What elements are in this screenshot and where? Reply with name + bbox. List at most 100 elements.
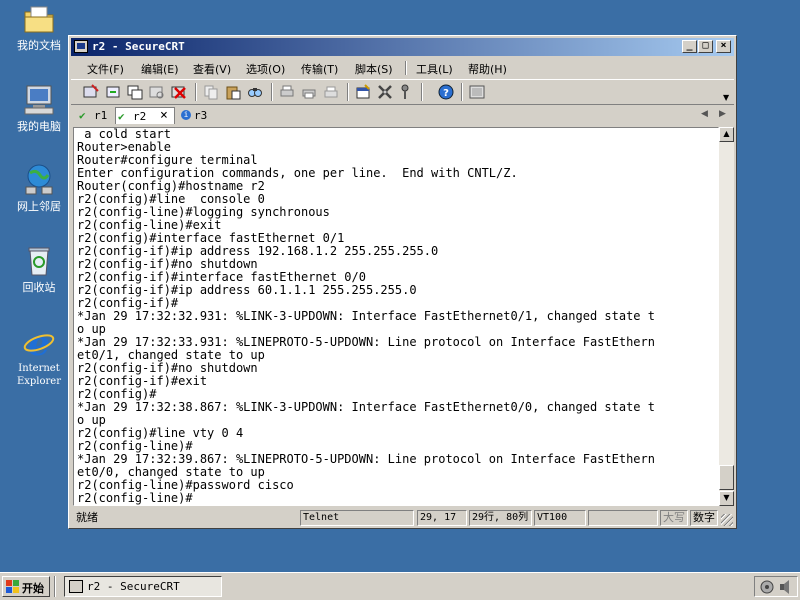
- menu-edit[interactable]: 编辑(E): [141, 61, 179, 77]
- taskbar-task-securecrt[interactable]: r2 - SecureCRT: [64, 576, 222, 597]
- tab-r1[interactable]: ✔ r1: [77, 107, 111, 124]
- session-options-icon[interactable]: [355, 84, 371, 100]
- securecrt-app-icon[interactable]: [74, 40, 88, 53]
- menu-script[interactable]: 脚本(S): [355, 61, 393, 77]
- tab-r2[interactable]: ✔ r2 ×: [115, 107, 175, 124]
- window-title: r2 - SecureCRT: [92, 40, 185, 53]
- desktop-icon-network-places[interactable]: 网上邻居: [6, 163, 72, 213]
- desktop-icon-label: 回收站: [22, 281, 56, 294]
- toolbar-separator: [271, 83, 273, 101]
- tab-scroll-left-icon[interactable]: ◀: [701, 109, 708, 119]
- status-num: 数字: [690, 510, 718, 526]
- toolbar-separator: [347, 83, 349, 101]
- session-tabs: ✔ r1 ✔ r2 × i r3 ◀ ▶: [71, 105, 734, 125]
- terminal-line: *Jan 29 17:32:38.867: %LINK-3-UPDOWN: In…: [77, 400, 655, 414]
- scroll-up-icon[interactable]: ▲: [719, 127, 734, 142]
- scroll-thumb[interactable]: [719, 465, 734, 490]
- menu-transfer[interactable]: 传输(T): [301, 61, 338, 77]
- svg-text:e: e: [28, 325, 50, 359]
- menu-view[interactable]: 查看(V): [193, 61, 231, 77]
- print-selection-icon[interactable]: [301, 84, 317, 100]
- status-blank: [588, 510, 658, 526]
- windows-flag-icon: [6, 580, 19, 593]
- menu-options[interactable]: 选项(O): [246, 61, 285, 77]
- menu-help[interactable]: 帮助(H): [468, 61, 507, 77]
- connected-check-icon: ✔: [118, 110, 125, 123]
- network-tray-icon[interactable]: [759, 579, 775, 595]
- connect-icon[interactable]: [83, 84, 99, 100]
- print-icon[interactable]: [279, 84, 295, 100]
- system-tray: [754, 576, 798, 597]
- paste-icon[interactable]: [225, 84, 241, 100]
- network-places-icon: [22, 163, 56, 197]
- title-bar[interactable]: r2 - SecureCRT _ □ ×: [71, 38, 734, 56]
- connect-in-tab-icon[interactable]: [127, 84, 143, 100]
- securecrt-app-icon: [69, 580, 83, 593]
- toolbar-separator: [195, 83, 197, 101]
- recycle-bin-icon: [22, 244, 56, 278]
- desktop-icon-label: Internet Explorer: [16, 363, 62, 387]
- quick-connect-icon[interactable]: [105, 84, 121, 100]
- desktop-icon-label: 我的电脑: [17, 120, 61, 133]
- desktop-icon-internet-explorer[interactable]: e Internet Explorer: [6, 324, 72, 388]
- toolbar-overflow-icon[interactable]: ▼: [723, 94, 733, 102]
- task-label: r2 - SecureCRT: [87, 580, 180, 593]
- sftp-icon[interactable]: [469, 84, 485, 100]
- toolbar: ? ▼: [71, 79, 734, 105]
- terminal-line: *Jan 29 17:32:32.931: %LINK-3-UPDOWN: In…: [77, 309, 655, 323]
- terminal-line: r2(config-line)#: [77, 491, 193, 505]
- resize-grip[interactable]: [721, 514, 733, 526]
- terminal-line: r2(config-if)#exit: [77, 374, 208, 388]
- start-button[interactable]: 开始: [2, 576, 50, 597]
- terminal-output: a cold start Router>enable Router#configur…: [77, 128, 655, 505]
- close-button[interactable]: ×: [716, 40, 731, 53]
- status-size: 29行, 80列: [469, 510, 532, 526]
- tab-label: r1: [94, 109, 108, 122]
- print-setup-icon[interactable]: [323, 84, 339, 100]
- desktop-icon-my-documents[interactable]: 我的文档: [6, 2, 72, 52]
- taskbar: 开始 r2 - SecureCRT: [0, 572, 800, 600]
- minimize-button[interactable]: _: [682, 40, 697, 53]
- securecrt-window: r2 - SecureCRT _ □ × 文件(F) 编辑(E) 查看(V) 选…: [68, 35, 737, 529]
- status-protocol: Telnet: [300, 510, 414, 526]
- internet-explorer-icon: e: [22, 324, 56, 364]
- toolbar-separator: [421, 83, 423, 101]
- menu-bar: 文件(F) 编辑(E) 查看(V) 选项(O) 传输(T) 脚本(S) 工具(L…: [71, 58, 734, 78]
- menu-tools[interactable]: 工具(L): [416, 61, 453, 77]
- global-options-icon[interactable]: [377, 84, 393, 100]
- terminal-area[interactable]: a cold start Router>enable Router#configur…: [73, 127, 719, 506]
- tab-r3[interactable]: i r3: [179, 107, 213, 124]
- copy-icon[interactable]: [203, 84, 219, 100]
- desktop-icon-label: 我的文档: [17, 39, 61, 52]
- help-icon[interactable]: ?: [438, 84, 454, 100]
- status-ready: 就绪: [76, 511, 98, 524]
- svg-text:?: ?: [443, 88, 449, 99]
- keymap-icon[interactable]: [397, 84, 413, 100]
- desktop-icon-recycle-bin[interactable]: 回收站: [6, 244, 72, 294]
- status-cursor: 29, 17: [417, 510, 467, 526]
- taskbar-divider: [54, 576, 56, 597]
- menu-separator: [405, 61, 407, 75]
- disconnect-icon[interactable]: [171, 84, 187, 100]
- info-icon: i: [181, 110, 191, 120]
- tab-label: r3: [194, 109, 208, 122]
- tab-label: r2: [133, 110, 147, 123]
- desktop-icon-my-computer[interactable]: 我的电脑: [6, 83, 72, 133]
- vertical-scrollbar[interactable]: ▲ ▼: [719, 127, 734, 506]
- volume-tray-icon[interactable]: [778, 579, 794, 595]
- connected-check-icon: ✔: [79, 109, 86, 122]
- my-documents-folder-icon: [22, 2, 56, 36]
- status-emulation: VT100: [534, 510, 586, 526]
- tab-close-icon[interactable]: ×: [160, 108, 168, 123]
- maximize-button[interactable]: □: [698, 40, 713, 53]
- my-computer-icon: [22, 83, 56, 117]
- start-label: 开始: [22, 582, 44, 595]
- scroll-down-icon[interactable]: ▼: [719, 491, 734, 506]
- reconnect-icon[interactable]: [149, 84, 165, 100]
- menu-file[interactable]: 文件(F): [87, 61, 124, 77]
- status-caps: 大写: [660, 510, 688, 526]
- find-icon[interactable]: [247, 84, 263, 100]
- tab-scroll-right-icon[interactable]: ▶: [719, 109, 726, 119]
- status-bar: 就绪 Telnet 29, 17 29行, 80列 VT100 大写 数字: [71, 509, 734, 527]
- toolbar-separator: [461, 83, 463, 101]
